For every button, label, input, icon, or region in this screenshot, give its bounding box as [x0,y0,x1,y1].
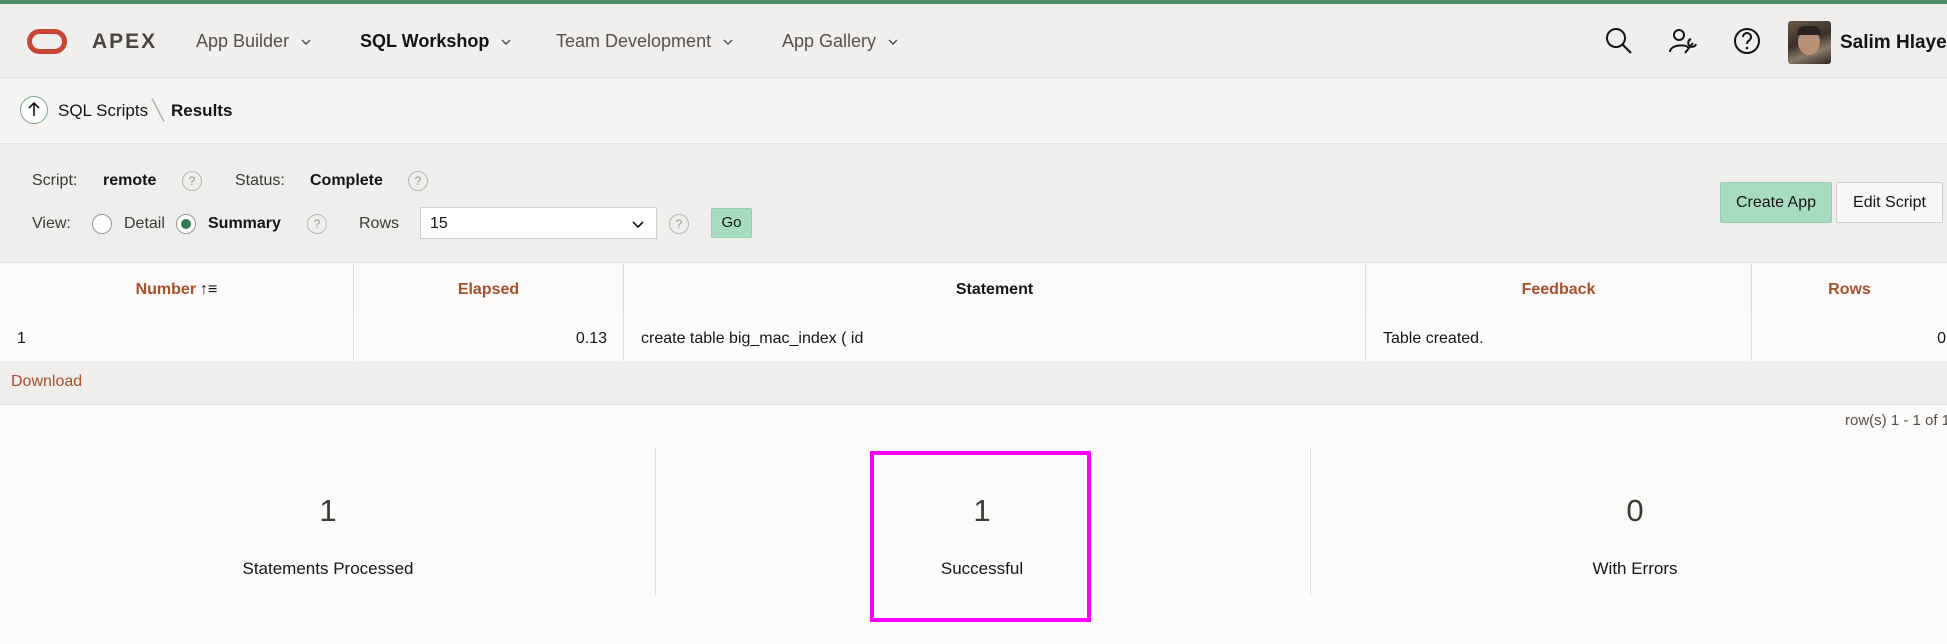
summary-with-errors: 0 With Errors [1310,445,1947,605]
help-icon[interactable]: ? [307,214,327,234]
column-header-label: Elapsed [457,281,520,298]
user-name[interactable]: Salim Hlayel [1840,32,1947,54]
view-summary-radio[interactable] [176,214,196,234]
grid-header: Number ↑≡ Elapsed Statement Feedback Row… [0,262,1947,318]
cell-rows: 0 [1937,330,1946,347]
help-icon[interactable]: ? [408,171,428,191]
oracle-logo[interactable] [27,29,67,54]
chevron-down-icon [723,38,733,45]
top-navigation-bar: APEX App Builder SQL Workshop Team Devel… [0,4,1947,78]
script-label: Script: [32,172,78,189]
breadcrumb-separator: ╲ [152,100,165,122]
cell-number: 1 [0,317,354,361]
go-button[interactable]: Go [711,208,752,238]
nav-app-gallery[interactable]: App Gallery [782,31,898,52]
up-arrow-icon[interactable] [20,96,48,124]
column-header-number[interactable]: Number ↑≡ [0,263,354,317]
sort-ascending-icon: ↑≡ [200,281,218,298]
help-icon[interactable]: ? [669,214,689,234]
highlight-box [870,451,1091,622]
metric-value: 1 [319,493,337,528]
column-header-statement: Statement [624,263,1366,317]
cell-feedback: Table created. [1366,317,1752,361]
avatar-hair [1797,26,1821,35]
metric-label: Statements Processed [242,559,414,578]
cell-statement: create table big_mac_index ( id [624,317,1366,361]
pagination-info: row(s) 1 - 1 of 1 [1845,412,1947,429]
arrow-up-icon [28,101,40,116]
user-wrench-icon[interactable] [1668,26,1698,56]
download-bar [0,361,1947,405]
summary-statements-processed: 1 Statements Processed [3,445,653,605]
view-summary-label[interactable]: Summary [208,215,281,233]
nav-label: App Gallery [782,31,877,51]
column-header-rows[interactable]: Rows [1752,263,1947,317]
breadcrumb-current: Results [171,101,233,120]
app-brand[interactable]: APEX [92,30,157,54]
rows-select[interactable]: 15 [420,207,657,239]
column-header-label: Feedback [1521,281,1596,298]
column-header-label: Rows [1828,281,1871,298]
column-header-elapsed[interactable]: Elapsed [354,263,624,317]
chevron-down-icon [301,38,311,45]
create-app-button[interactable]: Create App [1720,182,1832,223]
download-link[interactable]: Download [11,373,82,391]
metric-value: 0 [1626,493,1644,528]
chevron-down-icon [501,38,511,45]
rows-label: Rows [359,215,400,232]
nav-label: App Builder [196,31,290,51]
breadcrumb-bar [0,78,1947,142]
status-value: Complete [310,172,383,189]
avatar[interactable] [1788,21,1831,64]
edit-script-button[interactable]: Edit Script [1836,182,1943,223]
chevron-down-icon [632,221,644,229]
status-label: Status: [235,172,285,189]
divider [655,448,656,596]
nav-app-builder[interactable]: App Builder [196,31,311,52]
metric-label: With Errors [1592,559,1678,578]
filter-region [0,143,1947,262]
nav-team-development[interactable]: Team Development [556,31,733,52]
nav-label: Team Development [556,31,712,51]
nav-label: SQL Workshop [360,31,490,51]
view-detail-radio[interactable] [92,214,112,234]
view-detail-label[interactable]: Detail [124,215,165,233]
script-value: remote [103,172,157,189]
table-row: 1 0.13 create table big_mac_index ( id T… [0,317,1947,362]
help-icon[interactable]: ? [182,171,202,191]
column-header-feedback[interactable]: Feedback [1366,263,1752,317]
rows-select-value: 15 [430,215,448,232]
nav-sql-workshop[interactable]: SQL Workshop [360,31,511,52]
view-label: View: [32,215,71,232]
cell-elapsed: 0.13 [354,317,624,361]
breadcrumb-parent[interactable]: SQL Scripts [58,101,148,121]
chevron-down-icon [888,38,898,45]
help-icon[interactable] [1732,26,1762,56]
column-header-label: Statement [955,281,1034,298]
search-icon[interactable] [1604,26,1634,56]
column-header-label: Number [135,281,197,298]
